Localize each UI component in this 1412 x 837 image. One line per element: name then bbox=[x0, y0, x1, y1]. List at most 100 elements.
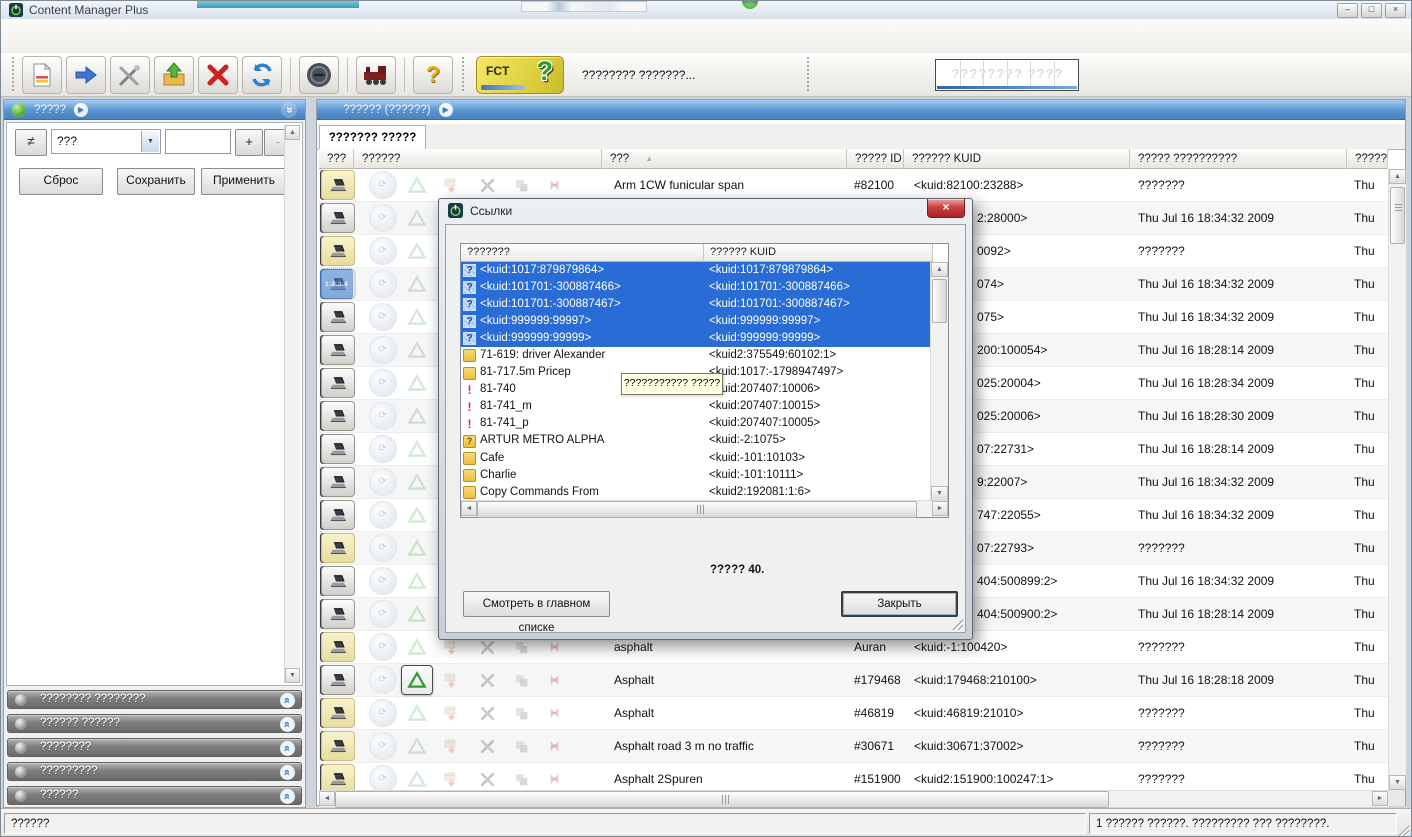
scroll-left-icon[interactable]: ◄ bbox=[319, 791, 335, 806]
disc-icon[interactable]: ⟳ bbox=[366, 698, 399, 728]
triangle-icon[interactable] bbox=[401, 533, 433, 563]
tools-icon[interactable] bbox=[471, 764, 503, 790]
chevron-expand-icon[interactable]: » bbox=[280, 765, 295, 780]
scroll-up-icon[interactable]: ▲ bbox=[1389, 169, 1406, 184]
laptop-status-icon[interactable] bbox=[321, 302, 355, 332]
close-button[interactable]: × bbox=[1385, 3, 1406, 18]
download-package-icon[interactable] bbox=[436, 731, 467, 761]
scrollbar-thumb[interactable] bbox=[477, 501, 917, 518]
delete-button[interactable] bbox=[198, 56, 238, 94]
laptop-status-icon[interactable] bbox=[321, 764, 355, 790]
scroll-down-icon[interactable]: ▼ bbox=[285, 668, 300, 683]
triangle-icon[interactable] bbox=[401, 302, 433, 332]
reference-row[interactable]: Copy Commands From <kuid2:192081:1:6> bbox=[461, 484, 932, 501]
export-button[interactable] bbox=[66, 56, 106, 94]
reset-button[interactable]: Сброс bbox=[19, 168, 103, 195]
title-bar[interactable]: Content Manager Plus – □ × bbox=[1, 1, 1411, 20]
laptop-status-icon[interactable] bbox=[321, 434, 355, 464]
combo-dropdown-icon[interactable]: ▼ bbox=[141, 131, 159, 152]
horizontal-scrollbar[interactable]: ◄ ► bbox=[319, 790, 1388, 807]
scroll-right-icon[interactable]: ► bbox=[1372, 791, 1388, 806]
triangle-icon[interactable] bbox=[401, 335, 433, 365]
references-list[interactable]: ??????? ?????? KUID ? <kuid:1017:8798798… bbox=[460, 243, 949, 518]
train-button[interactable] bbox=[356, 56, 396, 94]
laptop-status-icon[interactable] bbox=[321, 599, 355, 629]
dialog-close-action-button[interactable]: Закрыть bbox=[841, 591, 958, 617]
toolbar-gripper[interactable] bbox=[460, 57, 465, 93]
scrollbar-thumb[interactable] bbox=[1390, 187, 1405, 244]
disc-icon[interactable]: ⟳ bbox=[366, 335, 399, 365]
dialog-vertical-scrollbar[interactable]: ▲ ▼ bbox=[930, 262, 948, 501]
reference-row[interactable]: Cafe <kuid:-101:10103> bbox=[461, 450, 932, 467]
collapsed-panel-bar[interactable]: ???????? » bbox=[7, 738, 302, 757]
minimize-button[interactable]: – bbox=[1337, 3, 1358, 18]
disc-icon[interactable]: ⟳ bbox=[366, 533, 399, 563]
dialog-title-bar[interactable]: Ссылки × bbox=[439, 199, 972, 224]
document-button[interactable] bbox=[22, 56, 62, 94]
ribbon-icon[interactable] bbox=[541, 698, 567, 728]
dialog-resize-grip[interactable] bbox=[951, 618, 963, 630]
add-filter-button[interactable]: + bbox=[235, 129, 263, 156]
chevron-expand-icon[interactable]: » bbox=[280, 741, 295, 756]
chevron-expand-icon[interactable]: » bbox=[280, 717, 295, 732]
install-button[interactable] bbox=[154, 56, 194, 94]
reference-row[interactable]: ! 81-741_m <kuid:207407:10015> bbox=[461, 399, 932, 416]
chevron-expand-icon[interactable]: » bbox=[280, 693, 295, 708]
triangle-icon[interactable] bbox=[401, 632, 433, 662]
triangle-icon[interactable] bbox=[401, 665, 433, 695]
save-button[interactable]: Сохранить bbox=[117, 168, 195, 195]
table-row[interactable]: MISC ⟳ Asphalt 2Spuren #151900 <kuid2:15… bbox=[319, 763, 1388, 790]
laptop-status-icon[interactable] bbox=[321, 698, 355, 728]
reference-row[interactable]: Charlie <kuid:-101:10111> bbox=[461, 467, 932, 484]
column-header[interactable]: ?????? KUID bbox=[904, 149, 1130, 169]
gauge-button[interactable] bbox=[299, 56, 339, 94]
laptop-status-icon[interactable] bbox=[321, 236, 355, 266]
laptop-status-icon[interactable] bbox=[321, 401, 355, 431]
chevron-collapse-icon[interactable]: » bbox=[281, 102, 297, 118]
triangle-icon[interactable] bbox=[401, 401, 433, 431]
download-package-icon[interactable] bbox=[436, 170, 467, 200]
table-row[interactable]: ⟳ Asphalt road 3 m no traffic #30671 <ku… bbox=[319, 730, 1388, 763]
reference-row[interactable]: ? <kuid:999999:99997> <kuid:999999:99997… bbox=[461, 313, 932, 330]
disc-icon[interactable]: ⟳ bbox=[366, 764, 399, 790]
collapsed-panel-bar[interactable]: ?????? » bbox=[7, 786, 302, 805]
ref-column-kuid[interactable]: ?????? KUID bbox=[704, 244, 933, 262]
toolbar-gripper[interactable] bbox=[10, 57, 15, 93]
laptop-status-icon[interactable] bbox=[321, 632, 355, 662]
table-row[interactable]: ⟳ Asphalt #179468 <kuid:179468:210100> T… bbox=[319, 664, 1388, 697]
table-row[interactable]: ⟳ Asphalt #46819 <kuid:46819:21010> ????… bbox=[319, 697, 1388, 730]
ribbon-icon[interactable] bbox=[541, 731, 567, 761]
laptop-status-icon[interactable] bbox=[321, 368, 355, 398]
laptop-status-icon[interactable] bbox=[321, 533, 355, 563]
squares-icon[interactable] bbox=[506, 170, 537, 200]
reference-row[interactable]: 71-619: driver Alexander <kuid2:375549:6… bbox=[461, 347, 932, 364]
triangle-icon[interactable] bbox=[401, 368, 433, 398]
disc-icon[interactable]: ⟳ bbox=[366, 434, 399, 464]
reference-row[interactable]: ? <kuid:101701:-300887467> <kuid:101701:… bbox=[461, 296, 932, 313]
dialog-close-button[interactable]: × bbox=[927, 199, 965, 218]
scroll-right-icon[interactable]: ► bbox=[932, 501, 948, 516]
laptop-status-icon[interactable] bbox=[321, 500, 355, 530]
help-button[interactable]: ? bbox=[413, 56, 453, 94]
toolbar-gripper[interactable] bbox=[805, 57, 810, 93]
column-header[interactable]: ?????? bbox=[354, 149, 602, 169]
scroll-down-icon[interactable]: ▼ bbox=[931, 486, 948, 501]
apply-button[interactable]: Применить bbox=[201, 168, 287, 195]
filter-panel-scrollbar[interactable]: ▲ ▼ bbox=[284, 125, 300, 683]
disc-icon[interactable]: ⟳ bbox=[366, 665, 399, 695]
disc-icon[interactable]: ⟳ bbox=[366, 632, 399, 662]
laptop-status-icon[interactable] bbox=[321, 269, 355, 299]
ref-column-name[interactable]: ??????? bbox=[461, 244, 704, 262]
squares-icon[interactable] bbox=[506, 731, 537, 761]
tools-button[interactable] bbox=[110, 56, 150, 94]
column-header[interactable]: ????? ID bbox=[847, 149, 904, 169]
laptop-status-icon[interactable] bbox=[321, 335, 355, 365]
play-icon[interactable]: ▶ bbox=[439, 103, 453, 117]
scroll-up-icon[interactable]: ▲ bbox=[285, 125, 300, 140]
reference-row[interactable]: ? <kuid:999999:99999> <kuid:999999:99999… bbox=[461, 330, 932, 347]
tools-icon[interactable] bbox=[471, 731, 503, 761]
disc-icon[interactable]: ⟳ bbox=[366, 467, 399, 497]
asset-list-header[interactable]: ?????? (??????) ▶ bbox=[317, 100, 1405, 120]
download-package-icon[interactable] bbox=[436, 698, 467, 728]
triangle-icon[interactable] bbox=[401, 566, 433, 596]
